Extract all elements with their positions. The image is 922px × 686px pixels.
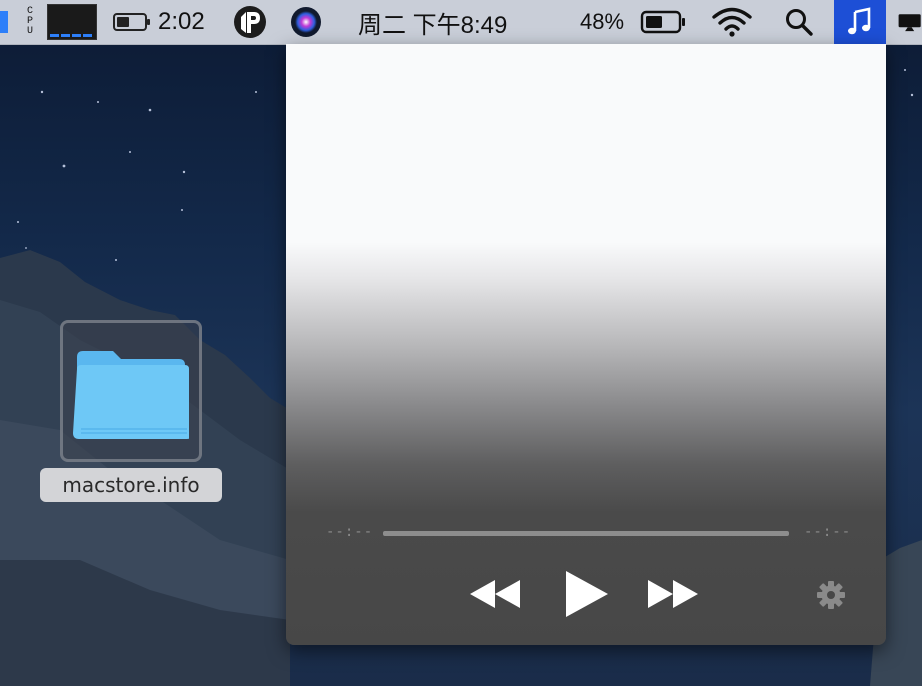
rewind-icon [470, 580, 520, 608]
cpu-meter-icon[interactable] [0, 0, 8, 44]
music-icon[interactable] [834, 0, 886, 44]
battery-percent[interactable]: 48% [580, 0, 624, 44]
clock[interactable]: 周二 下午8:49 [358, 0, 507, 44]
rewind-button[interactable] [468, 574, 524, 614]
elapsed-time: --:-- [326, 524, 374, 540]
play-button[interactable] [558, 566, 614, 622]
gear-icon [817, 581, 845, 609]
cpu-graph-icon[interactable] [47, 0, 97, 44]
siri-icon[interactable] [288, 0, 324, 44]
display-icon[interactable] [896, 0, 922, 44]
progress-bar[interactable] [383, 531, 789, 536]
folder-label[interactable]: macstore.info [40, 468, 222, 502]
cpu-label: CPU [26, 6, 33, 37]
fast-forward-icon [648, 580, 698, 608]
p-app-icon[interactable] [232, 0, 268, 44]
battery-icon[interactable] [113, 0, 151, 44]
remaining-time: --:-- [804, 524, 852, 540]
folder-selection[interactable] [60, 320, 202, 462]
search-icon[interactable] [782, 0, 816, 44]
fast-forward-button[interactable] [646, 574, 702, 614]
folder-icon [73, 351, 189, 439]
play-icon [566, 571, 608, 617]
wifi-icon[interactable] [710, 0, 754, 44]
battery-time[interactable]: 2:02 [158, 0, 205, 44]
music-player-popup: --:-- --:-- [286, 44, 886, 645]
battery-icon[interactable] [640, 0, 688, 44]
settings-button[interactable] [814, 578, 848, 612]
menu-bar: CPU 2:02 周二 下午8:49 48% [0, 0, 922, 45]
